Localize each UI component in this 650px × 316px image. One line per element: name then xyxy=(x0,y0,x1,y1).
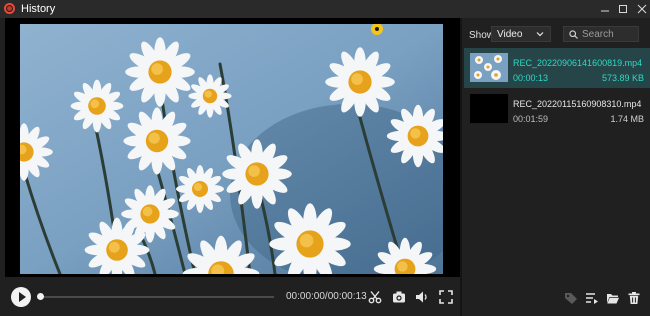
folder-icon[interactable] xyxy=(606,291,620,305)
search-icon xyxy=(569,30,578,39)
close-icon xyxy=(637,4,647,14)
play-button[interactable] xyxy=(11,287,31,307)
trash-icon[interactable] xyxy=(627,291,641,305)
search-input[interactable]: Search xyxy=(563,26,639,42)
title-bar: History xyxy=(0,0,650,18)
list-play-icon[interactable] xyxy=(585,291,599,305)
list-item[interactable]: REC_20220115160908310.mp4 00:01:59 1.74 … xyxy=(464,89,650,129)
camera-icon[interactable] xyxy=(392,290,406,304)
file-name: REC_20220906141600819.mp4 xyxy=(513,58,643,68)
window-title: History xyxy=(21,3,56,15)
type-filter-value: Video xyxy=(497,29,523,40)
search-placeholder: Search xyxy=(582,29,614,40)
minimize-icon xyxy=(601,10,609,12)
progress-handle[interactable] xyxy=(37,293,44,300)
playback-controls: 00:00:00/00:00:13 xyxy=(0,277,460,316)
progress-bar[interactable] xyxy=(38,296,274,298)
close-button[interactable] xyxy=(631,0,650,18)
file-size: 1.74 MB xyxy=(610,114,644,124)
file-duration: 00:01:59 xyxy=(513,114,549,124)
type-filter-select[interactable]: Video xyxy=(491,26,551,42)
fullscreen-icon[interactable] xyxy=(439,290,453,304)
video-thumbnail xyxy=(470,53,508,82)
maximize-icon xyxy=(619,5,627,13)
daisy-thumbnail-image xyxy=(470,53,508,82)
video-thumbnail xyxy=(470,94,508,123)
file-name: REC_20220115160908310.mp4 xyxy=(513,99,642,109)
chevron-down-icon xyxy=(536,32,544,37)
video-frame[interactable] xyxy=(20,24,443,274)
daisy-video-frame-image xyxy=(20,24,443,274)
app-logo-icon xyxy=(4,3,15,14)
time-display: 00:00:00/00:00:13 xyxy=(286,291,367,302)
video-player[interactable] xyxy=(5,18,460,277)
volume-icon[interactable] xyxy=(415,290,429,304)
file-size: 573.89 KB xyxy=(601,73,644,83)
scissors-icon[interactable] xyxy=(368,290,382,304)
tag-icon[interactable] xyxy=(564,291,578,305)
list-item[interactable]: REC_20220906141600819.mp4 00:00:13 573.8… xyxy=(464,48,650,88)
file-duration: 00:00:13 xyxy=(513,73,549,83)
